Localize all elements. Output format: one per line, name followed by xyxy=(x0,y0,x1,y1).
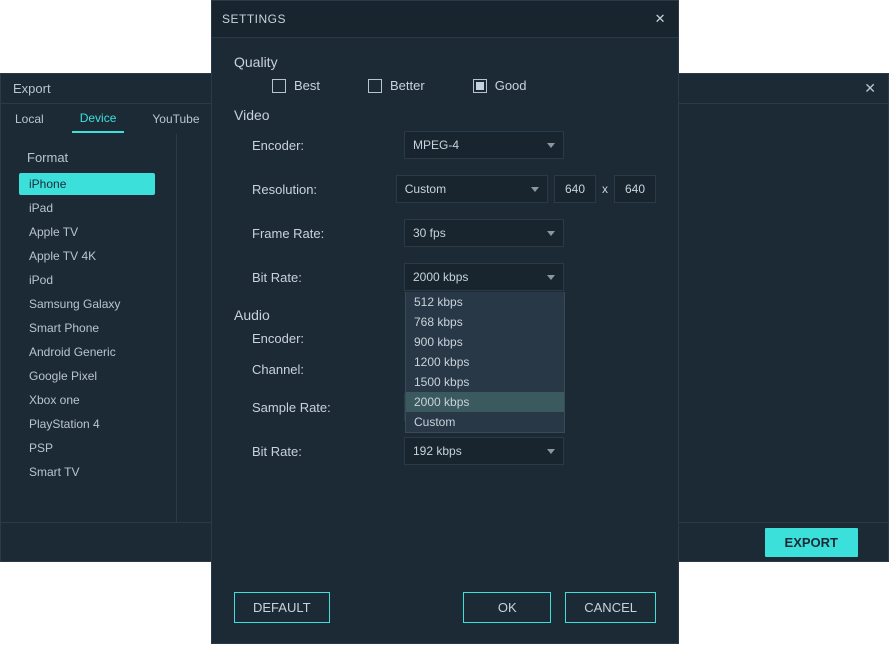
checkbox-checked-icon xyxy=(473,79,487,93)
checkbox-icon xyxy=(272,79,286,93)
quality-label: Quality xyxy=(234,54,656,70)
chevron-down-icon xyxy=(531,187,539,192)
cancel-button[interactable]: CANCEL xyxy=(565,592,656,623)
settings-title: SETTINGS xyxy=(222,12,286,26)
video-encoder-label: Encoder: xyxy=(252,138,404,153)
video-encoder-select[interactable]: MPEG-4 xyxy=(404,131,564,159)
sidebar-item-appletv4k[interactable]: Apple TV 4K xyxy=(19,245,155,267)
sidebar-item-android[interactable]: Android Generic xyxy=(19,341,155,363)
checkbox-icon xyxy=(368,79,382,93)
resolution-value: Custom xyxy=(405,182,446,196)
video-bitrate-value: 2000 kbps xyxy=(413,270,468,284)
settings-modal: SETTINGS ✕ Quality Best Better Good Vide… xyxy=(211,0,679,644)
bitrate-option-selected[interactable]: 2000 kbps xyxy=(406,392,564,412)
resolution-width-input[interactable] xyxy=(554,175,596,203)
resolution-separator: x xyxy=(602,182,608,196)
tab-local[interactable]: Local xyxy=(7,106,52,132)
resolution-height-input[interactable] xyxy=(614,175,656,203)
quality-row: Best Better Good xyxy=(234,78,656,93)
tab-youtube[interactable]: YouTube xyxy=(144,106,207,132)
sidebar-heading: Format xyxy=(19,146,176,173)
sidebar-item-samsung[interactable]: Samsung Galaxy xyxy=(19,293,155,315)
video-encoder-value: MPEG-4 xyxy=(413,138,459,152)
resolution-label: Resolution: xyxy=(252,182,396,197)
settings-header: SETTINGS ✕ xyxy=(212,1,678,38)
video-label: Video xyxy=(234,107,656,123)
chevron-down-icon xyxy=(547,231,555,236)
sidebar-item-xbox[interactable]: Xbox one xyxy=(19,389,155,411)
framerate-value: 30 fps xyxy=(413,226,446,240)
sidebar-item-appletv[interactable]: Apple TV xyxy=(19,221,155,243)
bitrate-option[interactable]: Custom xyxy=(406,412,564,432)
close-icon[interactable]: ✕ xyxy=(864,80,876,97)
bitrate-dropdown: 512 kbps 768 kbps 900 kbps 1200 kbps 150… xyxy=(405,292,565,433)
quality-better[interactable]: Better xyxy=(368,78,425,93)
bitrate-option[interactable]: 1200 kbps xyxy=(406,352,564,372)
sidebar-item-smarttv[interactable]: Smart TV xyxy=(19,461,155,483)
sidebar-item-smartphone[interactable]: Smart Phone xyxy=(19,317,155,339)
sidebar-item-psp[interactable]: PSP xyxy=(19,437,155,459)
bitrate-option[interactable]: 768 kbps xyxy=(406,312,564,332)
bitrate-option[interactable]: 1500 kbps xyxy=(406,372,564,392)
export-title: Export xyxy=(13,81,51,96)
export-button[interactable]: EXPORT xyxy=(765,528,858,557)
channel-label: Channel: xyxy=(252,362,404,377)
sidebar-item-ipad[interactable]: iPad xyxy=(19,197,155,219)
resolution-select[interactable]: Custom xyxy=(396,175,548,203)
framerate-label: Frame Rate: xyxy=(252,226,404,241)
chevron-down-icon xyxy=(547,275,555,280)
chevron-down-icon xyxy=(547,143,555,148)
format-sidebar: Format iPhone iPad Apple TV Apple TV 4K … xyxy=(1,134,177,522)
bitrate-option[interactable]: 512 kbps xyxy=(406,292,564,312)
close-icon[interactable]: ✕ xyxy=(655,11,666,27)
audio-bitrate-select[interactable]: 192 kbps xyxy=(404,437,564,465)
quality-best[interactable]: Best xyxy=(272,78,320,93)
audio-encoder-label: Encoder: xyxy=(252,331,404,346)
ok-button[interactable]: OK xyxy=(463,592,551,623)
tab-device[interactable]: Device xyxy=(72,105,125,133)
quality-good-label: Good xyxy=(495,78,527,93)
sidebar-item-ipod[interactable]: iPod xyxy=(19,269,155,291)
framerate-select[interactable]: 30 fps xyxy=(404,219,564,247)
quality-best-label: Best xyxy=(294,78,320,93)
video-bitrate-select[interactable]: 2000 kbps 512 kbps 768 kbps 900 kbps 120… xyxy=(404,263,564,291)
video-bitrate-label: Bit Rate: xyxy=(252,270,404,285)
settings-footer: DEFAULT OK CANCEL xyxy=(212,592,678,623)
quality-better-label: Better xyxy=(390,78,425,93)
quality-good[interactable]: Good xyxy=(473,78,527,93)
chevron-down-icon xyxy=(547,449,555,454)
audio-bitrate-value: 192 kbps xyxy=(413,444,462,458)
audio-bitrate-label: Bit Rate: xyxy=(252,444,404,459)
sidebar-item-iphone[interactable]: iPhone xyxy=(19,173,155,195)
samplerate-label: Sample Rate: xyxy=(252,400,404,415)
sidebar-item-pixel[interactable]: Google Pixel xyxy=(19,365,155,387)
default-button[interactable]: DEFAULT xyxy=(234,592,330,623)
bitrate-option[interactable]: 900 kbps xyxy=(406,332,564,352)
sidebar-item-ps4[interactable]: PlayStation 4 xyxy=(19,413,155,435)
